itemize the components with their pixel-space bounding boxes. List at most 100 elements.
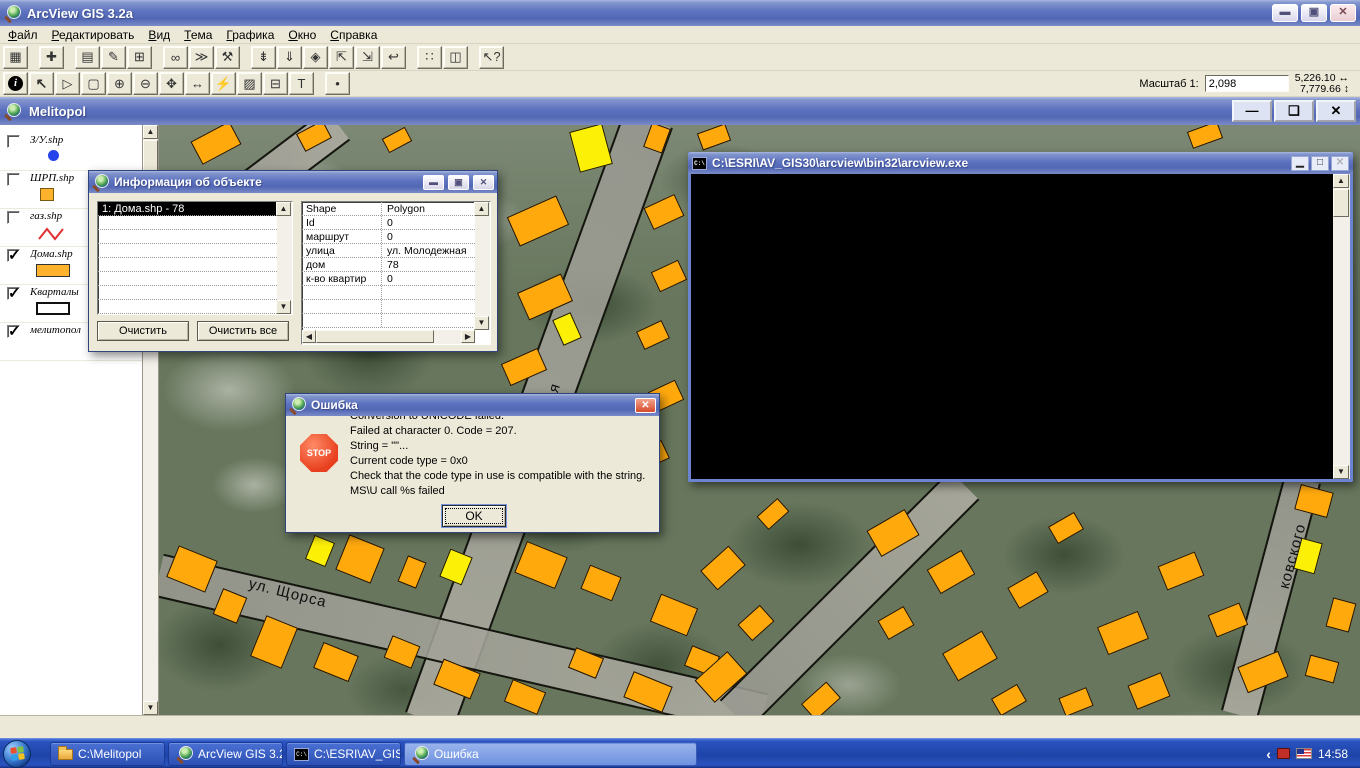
menu-тема[interactable]: Тема bbox=[184, 28, 212, 42]
menu-графика[interactable]: Графика bbox=[226, 28, 274, 42]
identify-close-button[interactable]: ✕ bbox=[473, 175, 494, 190]
attributes-hscroll-thumb[interactable] bbox=[316, 330, 434, 343]
clear-all-button[interactable]: Очистить все bbox=[197, 321, 289, 341]
layer-checkbox[interactable]: ✓ bbox=[7, 287, 20, 300]
attribute-value: 78 bbox=[382, 258, 475, 271]
tool-text[interactable]: T bbox=[289, 72, 314, 95]
legend-scroll-up[interactable]: ▲ bbox=[143, 125, 158, 139]
btn-zoom-in-fixed[interactable]: ⇱ bbox=[329, 46, 354, 69]
error-close-button[interactable]: ✕ bbox=[635, 398, 656, 413]
view-restore-button[interactable]: ❑ bbox=[1274, 100, 1314, 122]
layer-checkbox[interactable] bbox=[7, 211, 20, 224]
btn-show-legend[interactable]: ◫ bbox=[443, 46, 468, 69]
attributes-table[interactable]: ShapePolygonId0маршрут0улицаул. Молодежн… bbox=[301, 201, 491, 345]
view-close-button[interactable]: ✕ bbox=[1316, 100, 1356, 122]
result-item-selected[interactable]: 1: Дома.shp - 78 bbox=[98, 202, 277, 216]
layer-checkbox[interactable] bbox=[7, 173, 20, 186]
menu-окно[interactable]: Окно bbox=[288, 28, 316, 42]
results-scroll-down[interactable]: ▼ bbox=[276, 300, 291, 314]
layer-checkbox[interactable]: ✓ bbox=[7, 249, 20, 262]
attributes-scroll-down[interactable]: ▼ bbox=[474, 316, 489, 330]
tool-hotlink[interactable]: ⚡ bbox=[211, 72, 236, 95]
btn-select-features[interactable]: ∷ bbox=[417, 46, 442, 69]
clear-button[interactable]: Очистить bbox=[97, 321, 189, 341]
attribute-value: 0 bbox=[382, 216, 475, 229]
check-icon: ✓ bbox=[8, 246, 21, 264]
tool-draw-point[interactable]: • bbox=[325, 72, 350, 95]
btn-build-tool[interactable]: ⚒ bbox=[215, 46, 240, 69]
error-message-line: Conversion to UNICODE failed. bbox=[350, 416, 650, 424]
btn-edit-legend[interactable]: ✎ bbox=[101, 46, 126, 69]
check-icon: ✓ bbox=[8, 322, 21, 340]
layer-label[interactable]: З/У.shp bbox=[30, 134, 138, 146]
menu-вид[interactable]: Вид bbox=[148, 28, 170, 42]
identify-restore-button[interactable]: ▣ bbox=[448, 175, 469, 190]
tool-callout[interactable]: ⊟ bbox=[263, 72, 288, 95]
btn-query-builder[interactable]: ≫ bbox=[189, 46, 214, 69]
language-flag-icon[interactable] bbox=[1296, 748, 1312, 759]
btn-open-table[interactable]: ⊞ bbox=[127, 46, 152, 69]
console-maximize-button[interactable]: □ bbox=[1311, 156, 1329, 171]
tool-pan[interactable]: ✥ bbox=[159, 72, 184, 95]
menu-редактировать[interactable]: Редактировать bbox=[52, 28, 135, 42]
building-polygon bbox=[335, 534, 384, 583]
taskbar-button[interactable]: C:\C:\ESRI\AV_GIS30\a... bbox=[286, 742, 401, 766]
results-scroll-up[interactable]: ▲ bbox=[276, 202, 291, 216]
btn-zoom-selected[interactable]: ◈ bbox=[303, 46, 328, 69]
attributes-scrollbar-horizontal[interactable]: ◀ ▶ bbox=[302, 330, 475, 344]
scale-input[interactable] bbox=[1205, 75, 1289, 92]
tool-select-area[interactable]: ▨ bbox=[237, 72, 262, 95]
tool-vertex-edit-icon: ▷ bbox=[63, 76, 73, 92]
menu-файл[interactable]: Файл bbox=[8, 28, 38, 42]
identify-results-list[interactable]: 1: Дома.shp - 78 ▲ ▼ bbox=[97, 201, 293, 315]
tool-select-box[interactable]: ▢ bbox=[81, 72, 106, 95]
results-list-scrollbar[interactable]: ▲ ▼ bbox=[277, 202, 292, 314]
start-button[interactable] bbox=[3, 740, 31, 768]
tool-zoom-in[interactable]: ⊕ bbox=[107, 72, 132, 95]
console-minimize-button[interactable]: ▁ bbox=[1291, 156, 1309, 171]
attributes-scroll-up[interactable]: ▲ bbox=[474, 202, 489, 216]
attributes-scroll-right[interactable]: ▶ bbox=[461, 330, 475, 343]
btn-zoom-active-theme-icon: ⇓ bbox=[284, 49, 295, 65]
legend-scroll-down[interactable]: ▼ bbox=[143, 701, 158, 715]
display-tray-icon[interactable] bbox=[1277, 748, 1290, 759]
console-scroll-thumb[interactable] bbox=[1333, 189, 1349, 217]
attributes-scrollbar-vertical[interactable]: ▲ ▼ bbox=[475, 202, 490, 330]
restore-button[interactable]: ▣ bbox=[1301, 4, 1327, 22]
layer-checkbox[interactable]: ✓ bbox=[7, 325, 20, 338]
tray-chevron-icon[interactable]: ‹ bbox=[1266, 746, 1271, 762]
console-close-button[interactable]: ✕ bbox=[1331, 156, 1349, 171]
btn-find[interactable]: ∞ bbox=[163, 46, 188, 69]
layer-symbol-sq bbox=[40, 188, 54, 201]
tool-vertex-edit[interactable]: ▷ bbox=[55, 72, 80, 95]
console-scroll-up[interactable]: ▲ bbox=[1333, 174, 1349, 188]
taskbar-button-label: C:\ESRI\AV_GIS30\a... bbox=[314, 747, 401, 761]
console-scroll-down[interactable]: ▼ bbox=[1333, 465, 1349, 479]
btn-save[interactable]: ▦ bbox=[3, 46, 28, 69]
btn-zoom-previous[interactable]: ↩ bbox=[381, 46, 406, 69]
console-output[interactable] bbox=[691, 174, 1350, 479]
taskbar-button[interactable]: ArcView GIS 3.2a bbox=[168, 742, 283, 766]
btn-zoom-full-extent[interactable]: ⇟ bbox=[251, 46, 276, 69]
attributes-scroll-left[interactable]: ◀ bbox=[302, 330, 316, 343]
tool-zoom-out[interactable]: ⊖ bbox=[133, 72, 158, 95]
identify-minimize-button[interactable]: ▬ bbox=[423, 175, 444, 190]
menu-bar: Файл Редактировать Вид Тема Графика Окно Справ… bbox=[0, 26, 1360, 44]
tool-measure[interactable]: ↔ bbox=[185, 72, 210, 95]
menu-справка[interactable]: Справка bbox=[330, 28, 377, 42]
view-minimize-button[interactable]: — bbox=[1232, 100, 1272, 122]
btn-zoom-out-fixed[interactable]: ⇲ bbox=[355, 46, 380, 69]
tool-identify[interactable]: i bbox=[3, 72, 28, 95]
taskbar-button[interactable]: C:\Melitopol bbox=[50, 742, 165, 766]
btn-help-pointer[interactable]: ↖? bbox=[479, 46, 504, 69]
console-scrollbar[interactable]: ▲ ▼ bbox=[1333, 174, 1350, 479]
tool-pointer[interactable]: ↖ bbox=[29, 72, 54, 95]
taskbar-button[interactable]: Ошибка bbox=[404, 742, 697, 766]
layer-checkbox[interactable] bbox=[7, 135, 20, 148]
close-button[interactable]: ✕ bbox=[1330, 4, 1356, 22]
btn-theme-properties[interactable]: ▤ bbox=[75, 46, 100, 69]
btn-add-theme[interactable]: ✚ bbox=[39, 46, 64, 69]
error-ok-button[interactable]: OK bbox=[442, 505, 506, 527]
btn-zoom-active-theme[interactable]: ⇓ bbox=[277, 46, 302, 69]
minimize-button[interactable]: ▬ bbox=[1272, 4, 1298, 22]
